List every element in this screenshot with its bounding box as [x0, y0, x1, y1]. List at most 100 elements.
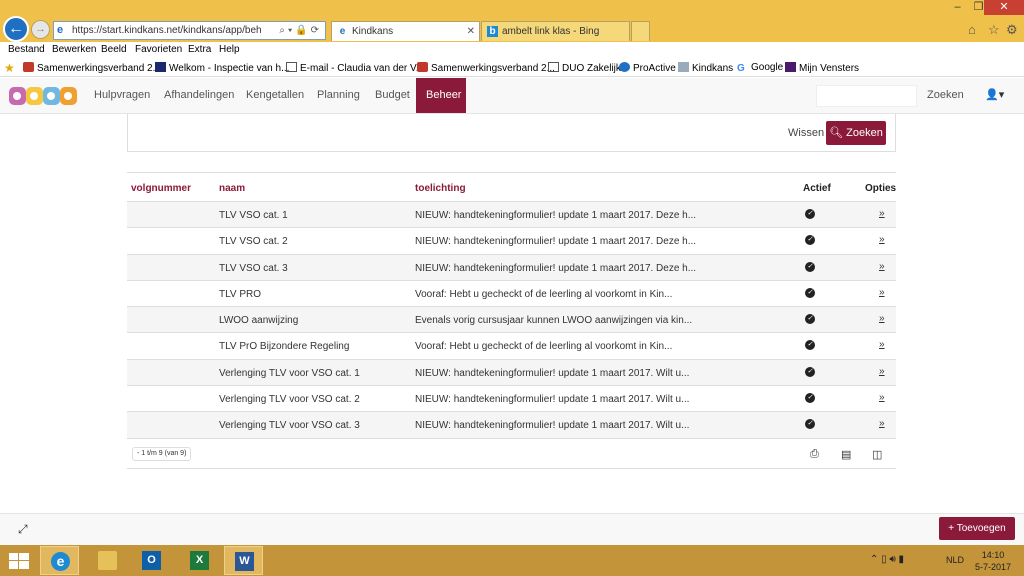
- row-options-link[interactable]: »: [879, 261, 885, 272]
- row-naam: TLV VSO cat. 3: [219, 262, 288, 274]
- taskbar-file-explorer[interactable]: [88, 546, 127, 575]
- row-options-link[interactable]: »: [879, 366, 885, 377]
- search-input[interactable]: [816, 85, 917, 107]
- table-row[interactable]: TLV PrO Bijzondere Regeling Vooraf: Hebt …: [127, 333, 896, 360]
- menu-bestand[interactable]: Bestand: [8, 44, 45, 55]
- favorite-link[interactable]: Samenwerkingsverband 2...: [417, 62, 555, 74]
- export-icon[interactable]: ▤: [841, 448, 851, 461]
- clock[interactable]: 14:10 5-7-2017: [975, 549, 1011, 573]
- home-icon[interactable]: ⌂: [968, 22, 976, 37]
- favorite-link[interactable]: Welkom - Inspectie van h...: [155, 62, 289, 74]
- favorite-link[interactable]: DUO Zakelijk: [548, 62, 621, 74]
- menu-favorieten[interactable]: Favorieten: [135, 44, 182, 55]
- clear-button[interactable]: Wissen: [788, 127, 824, 139]
- row-options-link[interactable]: »: [879, 418, 885, 429]
- expand-icon[interactable]: ⤢: [18, 522, 28, 537]
- table-row[interactable]: TLV VSO cat. 2 NIEUW: handtekeningformuli…: [127, 228, 896, 255]
- table-row[interactable]: Verlenging TLV voor VSO cat. 2 NIEUW: han…: [127, 386, 896, 413]
- menu-bewerken[interactable]: Bewerken: [52, 44, 96, 55]
- favorite-site-icon: [785, 62, 796, 72]
- excel-icon: X: [190, 551, 209, 570]
- row-naam: Verlenging TLV voor VSO cat. 3: [219, 420, 360, 432]
- add-favorite-star-icon[interactable]: ★: [4, 61, 15, 75]
- tab-bing[interactable]: b ambelt link klas - Bing: [481, 21, 630, 41]
- active-check-icon: ✓: [805, 340, 815, 351]
- table-row[interactable]: Verlenging TLV voor VSO cat. 1 NIEUW: han…: [127, 359, 896, 387]
- row-options-link[interactable]: »: [879, 234, 885, 245]
- row-options-link[interactable]: »: [879, 313, 885, 324]
- favorite-link[interactable]: E-mail - Claudia van der V...: [286, 62, 424, 74]
- search-icon: 🔍︎: [829, 127, 844, 139]
- tab-kindkans[interactable]: e Kindkans ✕: [331, 21, 480, 41]
- close-tab-icon[interactable]: ✕: [467, 22, 475, 41]
- favorite-link[interactable]: Samenwerkingsverband 2...: [23, 62, 161, 74]
- taskbar-excel[interactable]: X: [180, 546, 219, 575]
- table-row[interactable]: TLV VSO cat. 3 NIEUW: handtekeningformuli…: [127, 254, 896, 281]
- row-options-link[interactable]: »: [879, 339, 885, 350]
- row-toelichting: Vooraf: Hebt u gecheckt of de leerling a…: [415, 288, 673, 300]
- menu-beeld[interactable]: Beeld: [101, 44, 127, 55]
- minimize-icon[interactable]: –: [946, 0, 969, 15]
- row-naam: TLV PrO Bijzondere Regeling: [219, 341, 350, 353]
- row-options-link[interactable]: »: [879, 392, 885, 403]
- settings-gear-icon[interactable]: ⚙: [1006, 22, 1018, 38]
- windows-start-icon[interactable]: [9, 553, 29, 569]
- nav-planning[interactable]: Planning: [307, 78, 370, 113]
- row-options-link[interactable]: »: [879, 287, 885, 298]
- window-close-icon[interactable]: ✕: [984, 0, 1024, 15]
- system-tray-icons[interactable]: ⌃ ▯ 🔊︎ ▮: [870, 554, 904, 565]
- address-bar[interactable]: e https://start.kindkans.net/kindkans/ap…: [53, 21, 326, 40]
- new-tab-button[interactable]: [631, 21, 650, 41]
- favorite-link[interactable]: Kindkans: [678, 62, 733, 74]
- nav-afhandelingen[interactable]: Afhandelingen: [154, 78, 244, 113]
- col-volgnummer[interactable]: volgnummer: [131, 183, 191, 194]
- kindkans-logo[interactable]: [9, 85, 77, 107]
- active-check-icon: ✓: [805, 393, 815, 404]
- bing-icon: b: [487, 26, 498, 37]
- nav-beheer[interactable]: Beheer: [416, 78, 466, 113]
- google-icon: G: [737, 63, 745, 74]
- nav-hulpvragen[interactable]: Hulpvragen: [84, 78, 160, 113]
- row-toelichting: Vooraf: Hebt u gecheckt of de leerling a…: [415, 341, 673, 353]
- search-button-label: Zoeken: [846, 127, 883, 139]
- back-icon[interactable]: ←: [3, 16, 29, 42]
- internet-explorer-icon: e: [51, 552, 70, 571]
- app-navbar: Hulpvragen Afhandelingen Kengetallen Pla…: [0, 78, 1024, 114]
- forward-icon[interactable]: →: [31, 20, 50, 39]
- active-check-icon: ✓: [805, 209, 815, 219]
- search-button[interactable]: 🔍︎ Zoeken: [826, 121, 886, 145]
- menu-extra[interactable]: Extra: [188, 44, 211, 55]
- clock-date: 5-7-2017: [975, 562, 1012, 572]
- table-row[interactable]: LWOO aanwijzing Evenals vorig cursusjaar …: [127, 307, 896, 334]
- menu-help[interactable]: Help: [219, 44, 240, 55]
- user-menu-icon[interactable]: 👤▾: [985, 88, 1004, 101]
- columns-icon[interactable]: ◫: [872, 448, 882, 461]
- col-naam[interactable]: naam: [219, 183, 245, 194]
- favorite-site-icon: [286, 62, 297, 72]
- col-toelichting[interactable]: toelichting: [415, 183, 466, 194]
- table-row[interactable]: Verlenging TLV voor VSO cat. 3 NIEUW: han…: [127, 412, 896, 439]
- taskbar-outlook[interactable]: O: [132, 546, 171, 575]
- taskbar-word[interactable]: W: [224, 546, 263, 575]
- favorite-link[interactable]: G Google: [737, 62, 783, 74]
- row-toelichting: NIEUW: handtekeningformulier! update 1 m…: [415, 394, 690, 406]
- favorite-link[interactable]: Mijn Vensters: [785, 62, 859, 74]
- nav-budget[interactable]: Budget: [365, 78, 420, 113]
- favorite-link[interactable]: ProActive: [619, 62, 676, 74]
- input-language[interactable]: NLD: [946, 555, 964, 565]
- active-check-icon: ✓: [805, 366, 815, 377]
- table-row[interactable]: TLV PRO Vooraf: Hebt u gecheckt of de lee…: [127, 281, 896, 308]
- row-toelichting: NIEUW: handtekeningformulier! update 1 m…: [415, 367, 690, 379]
- favorites-star-icon[interactable]: ☆: [988, 22, 1000, 38]
- taskbar-internet-explorer[interactable]: e: [40, 546, 79, 575]
- filter-panel: Wissen 🔍︎ Zoeken: [127, 114, 896, 152]
- nav-kengetallen[interactable]: Kengetallen: [236, 78, 314, 113]
- address-controls-icon[interactable]: ⌕▾🔒⟳: [279, 22, 322, 39]
- table-row[interactable]: TLV VSO cat. 1 NIEUW: handtekeningformuli…: [127, 202, 896, 229]
- row-options-link[interactable]: »: [879, 208, 885, 219]
- active-check-icon: ✓: [805, 314, 815, 325]
- row-naam: Verlenging TLV voor VSO cat. 2: [219, 394, 360, 406]
- add-button[interactable]: + Toevoegen: [939, 517, 1015, 540]
- search-link[interactable]: Zoeken: [927, 89, 964, 101]
- print-icon[interactable]: ⎙: [810, 448, 819, 461]
